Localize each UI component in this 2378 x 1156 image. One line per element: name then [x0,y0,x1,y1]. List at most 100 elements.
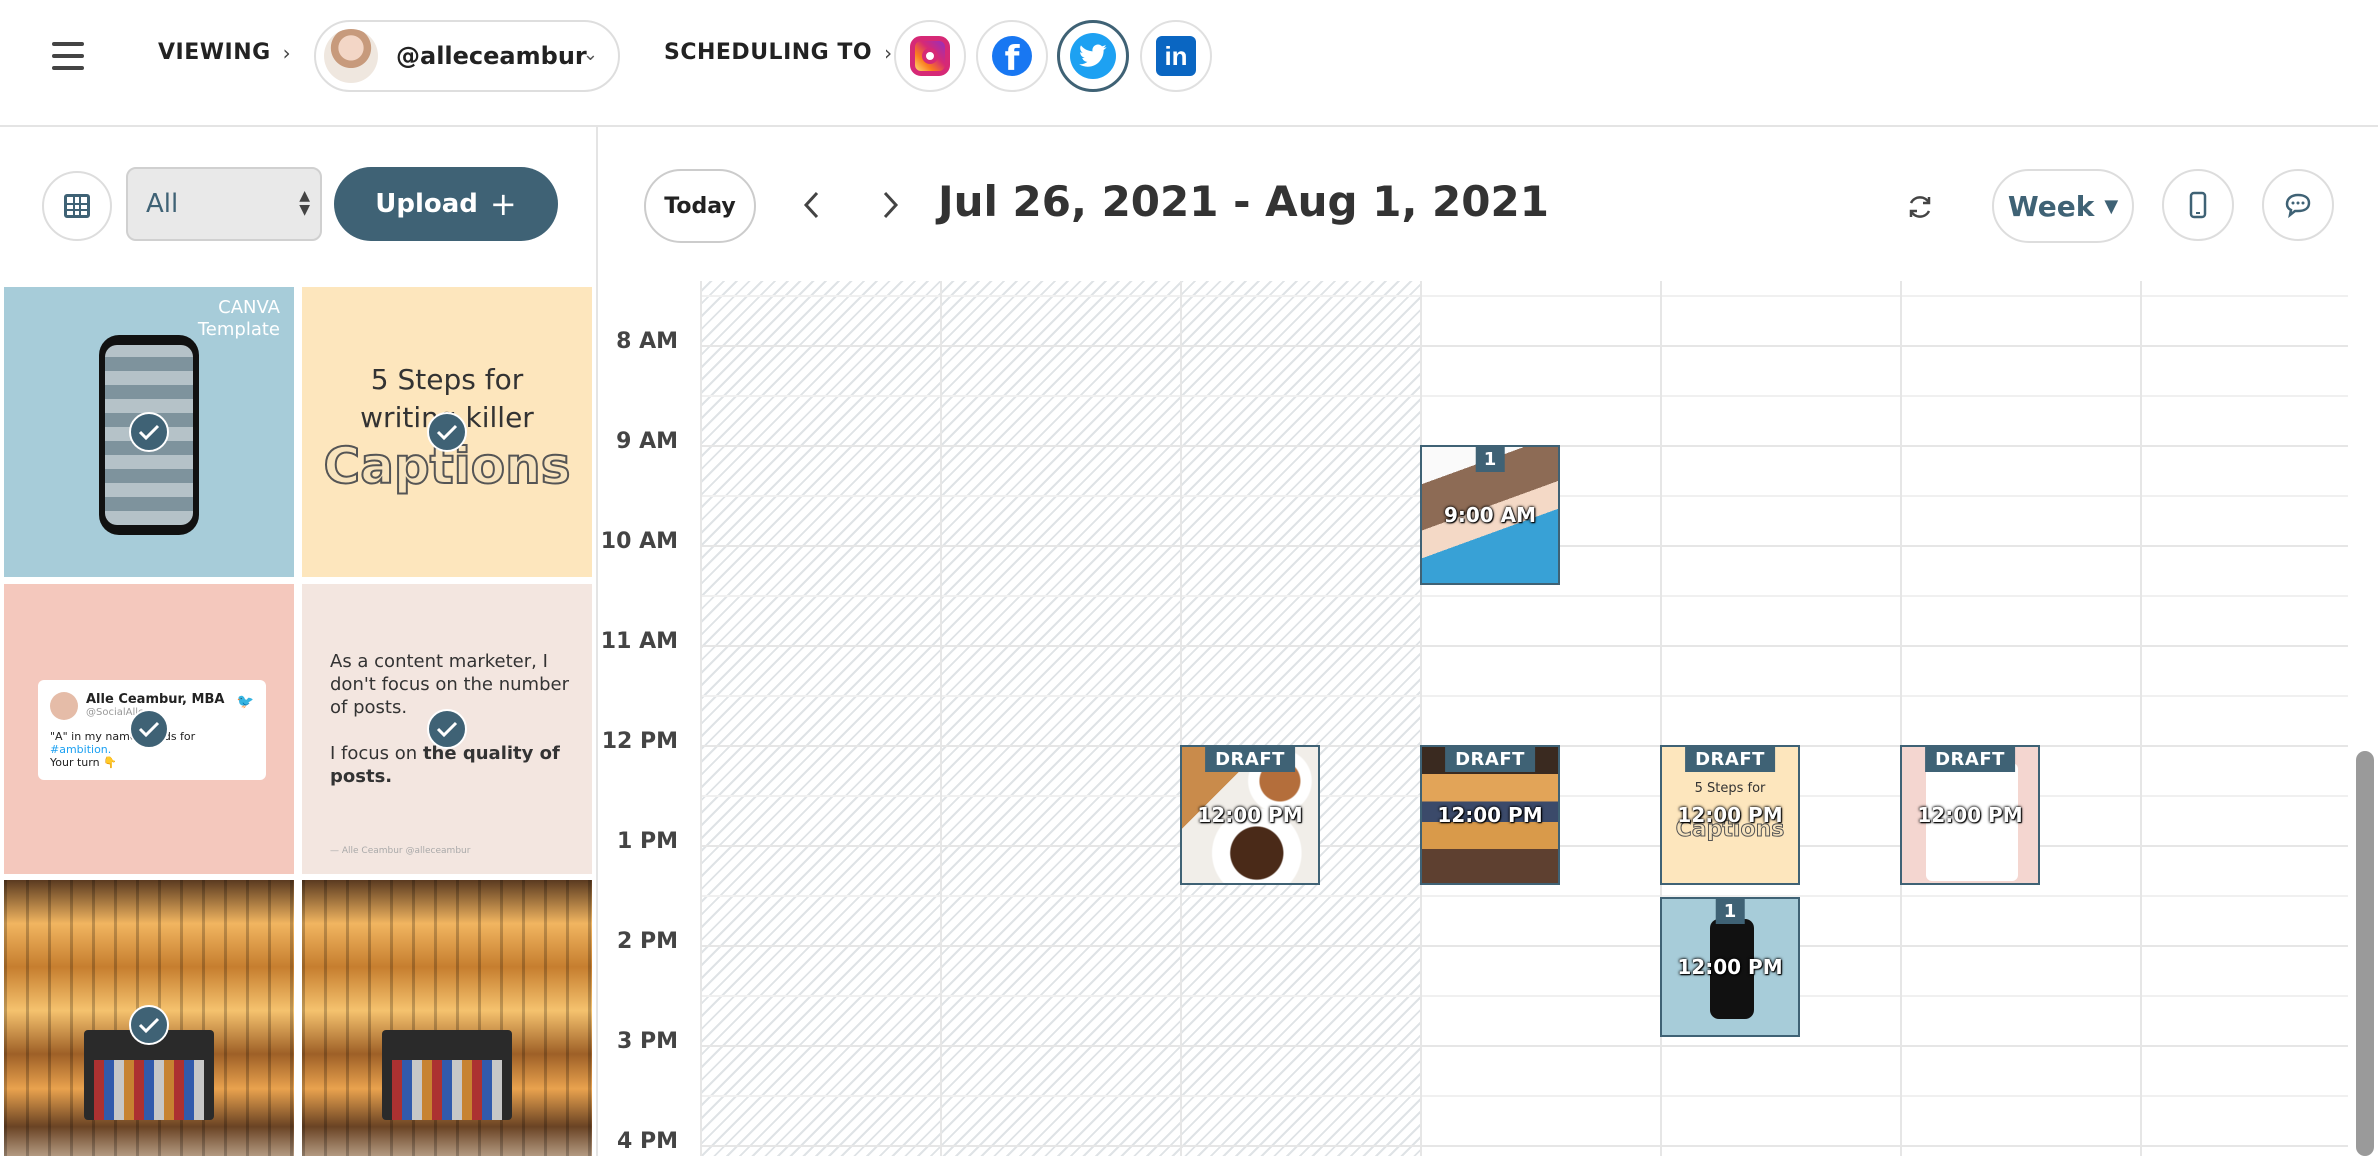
half-hour-line [700,1095,2348,1097]
account-handle: @alleceambur [396,42,587,70]
day-column-line [2140,281,2142,1156]
viewing-label: VIEWING [158,40,271,65]
day-column-line [1180,281,1182,1156]
canva-label: CANVA Template [197,297,280,340]
half-hour-line [700,695,2348,697]
next-week-button[interactable] [868,183,912,227]
half-hour-line [700,595,2348,597]
hour-label: 2 PM [617,929,678,954]
date-range-title: Jul 26, 2021 - Aug 1, 2021 [938,177,1549,226]
facebook-icon: f [992,36,1032,76]
hour-label: 11 AM [600,629,678,654]
refresh-button[interactable] [1900,187,1940,227]
chevron-right-icon [883,191,899,219]
media-tile[interactable]: CANVA Template [4,287,294,577]
hour-line [700,945,2348,947]
scheduled-post[interactable]: DRAFT 12:00 PM [1420,745,1560,885]
menu-icon[interactable] [52,42,84,70]
draft-badge: DRAFT [1685,747,1775,772]
phone-icon [2189,191,2207,219]
network-instagram-button[interactable] [894,20,966,92]
check-icon [427,709,467,749]
hour-line [700,1045,2348,1047]
post-count-badge: 1 [1715,899,1745,924]
twitter-icon [1070,33,1116,79]
avatar [324,29,378,83]
chat-icon [2285,193,2311,218]
day-column-line [1900,281,1902,1156]
scheduled-post[interactable]: DRAFT 12:00 PM [1900,745,2040,885]
scheduled-post[interactable]: 5 Steps for Captions DRAFT 12:00 PM [1660,745,1800,885]
chevron-right-icon: › [282,40,292,65]
hour-label: 8 AM [616,329,678,354]
post-time: 12:00 PM [1677,955,1783,979]
chevron-left-icon [803,191,819,219]
half-hour-line [700,295,2348,297]
hour-label: 4 PM [617,1129,678,1154]
top-bar: VIEWING › @alleceambur ⌄ SCHEDULING TO ›… [0,0,2378,127]
grid-icon [64,194,90,218]
post-time: 12:00 PM [1437,803,1543,827]
hour-label: 3 PM [617,1029,678,1054]
network-facebook-button[interactable]: f [976,20,1048,92]
post-time: 9:00 AM [1443,503,1537,527]
grid-view-button[interactable] [42,171,112,241]
quote-signature: — Alle Ceambur @alleceambur [330,846,471,856]
scheduled-post[interactable]: 1 9:00 AM [1420,445,1560,585]
view-label: Week [2007,189,2095,223]
media-tile[interactable] [302,880,592,1156]
media-tile[interactable]: 🐦 Alle Ceambur, MBA @SocialAlle "A" in m… [4,584,294,874]
calendar-scrollbar[interactable] [2356,751,2374,1156]
hour-line [700,1145,2348,1147]
comments-button[interactable] [2262,169,2334,241]
today-button[interactable]: Today [644,169,756,243]
network-twitter-button[interactable] [1057,20,1129,92]
draft-badge: DRAFT [1445,747,1535,772]
hour-line [700,345,2348,347]
mobile-preview-button[interactable] [2162,169,2234,241]
hour-label: 9 AM [616,429,678,454]
check-icon [129,709,169,749]
account-selector[interactable]: @alleceambur ⌄ [314,20,620,92]
post-count-badge: 1 [1475,447,1505,472]
scheduled-post[interactable]: DRAFT 12:00 PM [1180,745,1320,885]
twitter-icon: 🐦 [236,694,254,710]
half-hour-line [700,995,2348,997]
chevron-down-icon: ⌄ [582,44,598,65]
scheduling-label: SCHEDULING TO [664,40,873,65]
hour-label: 12 PM [601,729,678,754]
prev-week-button[interactable] [790,183,834,227]
post-time: 12:00 PM [1917,803,2023,827]
upload-label: Upload [375,189,478,219]
plus-icon: + [489,185,517,223]
media-tile[interactable]: As a content marketer, I don't focus on … [302,584,592,874]
half-hour-line [700,395,2348,397]
day-column-line [700,281,702,1156]
week-grid-cells[interactable]: 1 9:00 AM DRAFT 12:00 PM DRAFT 12:00 PM 5 Step… [700,281,2348,1156]
viewing-crumb[interactable]: VIEWING › [158,40,291,65]
draft-badge: DRAFT [1925,747,2015,772]
past-days-region [700,281,1420,1156]
hour-label: 10 AM [600,529,678,554]
check-icon [129,412,169,452]
network-linkedin-button[interactable]: in [1140,20,1212,92]
scheduled-post[interactable]: 1 12:00 PM [1660,897,1800,1037]
hour-label: 1 PM [617,829,678,854]
caret-down-icon: ▼ [2104,195,2119,217]
post-preview-text: 5 Steps for [1694,781,1766,796]
media-tile[interactable]: 5 Steps for writing killer Captions [302,287,592,577]
view-selector[interactable]: Week ▼ [1992,169,2134,243]
select-arrows-icon: ▲ ▼ [299,188,310,218]
post-time: 12:00 PM [1677,803,1783,827]
avatar [50,692,78,720]
media-grid: CANVA Template 5 Steps for writing kille… [0,287,598,1156]
scheduling-crumb[interactable]: SCHEDULING TO › [664,40,893,65]
media-tile[interactable] [4,880,294,1156]
refresh-icon [1909,196,1931,218]
half-hour-line [700,895,2348,897]
check-icon [427,412,467,452]
media-filter-select[interactable]: All ▲ ▼ [126,167,322,241]
bookstore-image [382,1030,512,1120]
upload-button[interactable]: Upload + [334,167,558,241]
check-icon [129,1005,169,1045]
